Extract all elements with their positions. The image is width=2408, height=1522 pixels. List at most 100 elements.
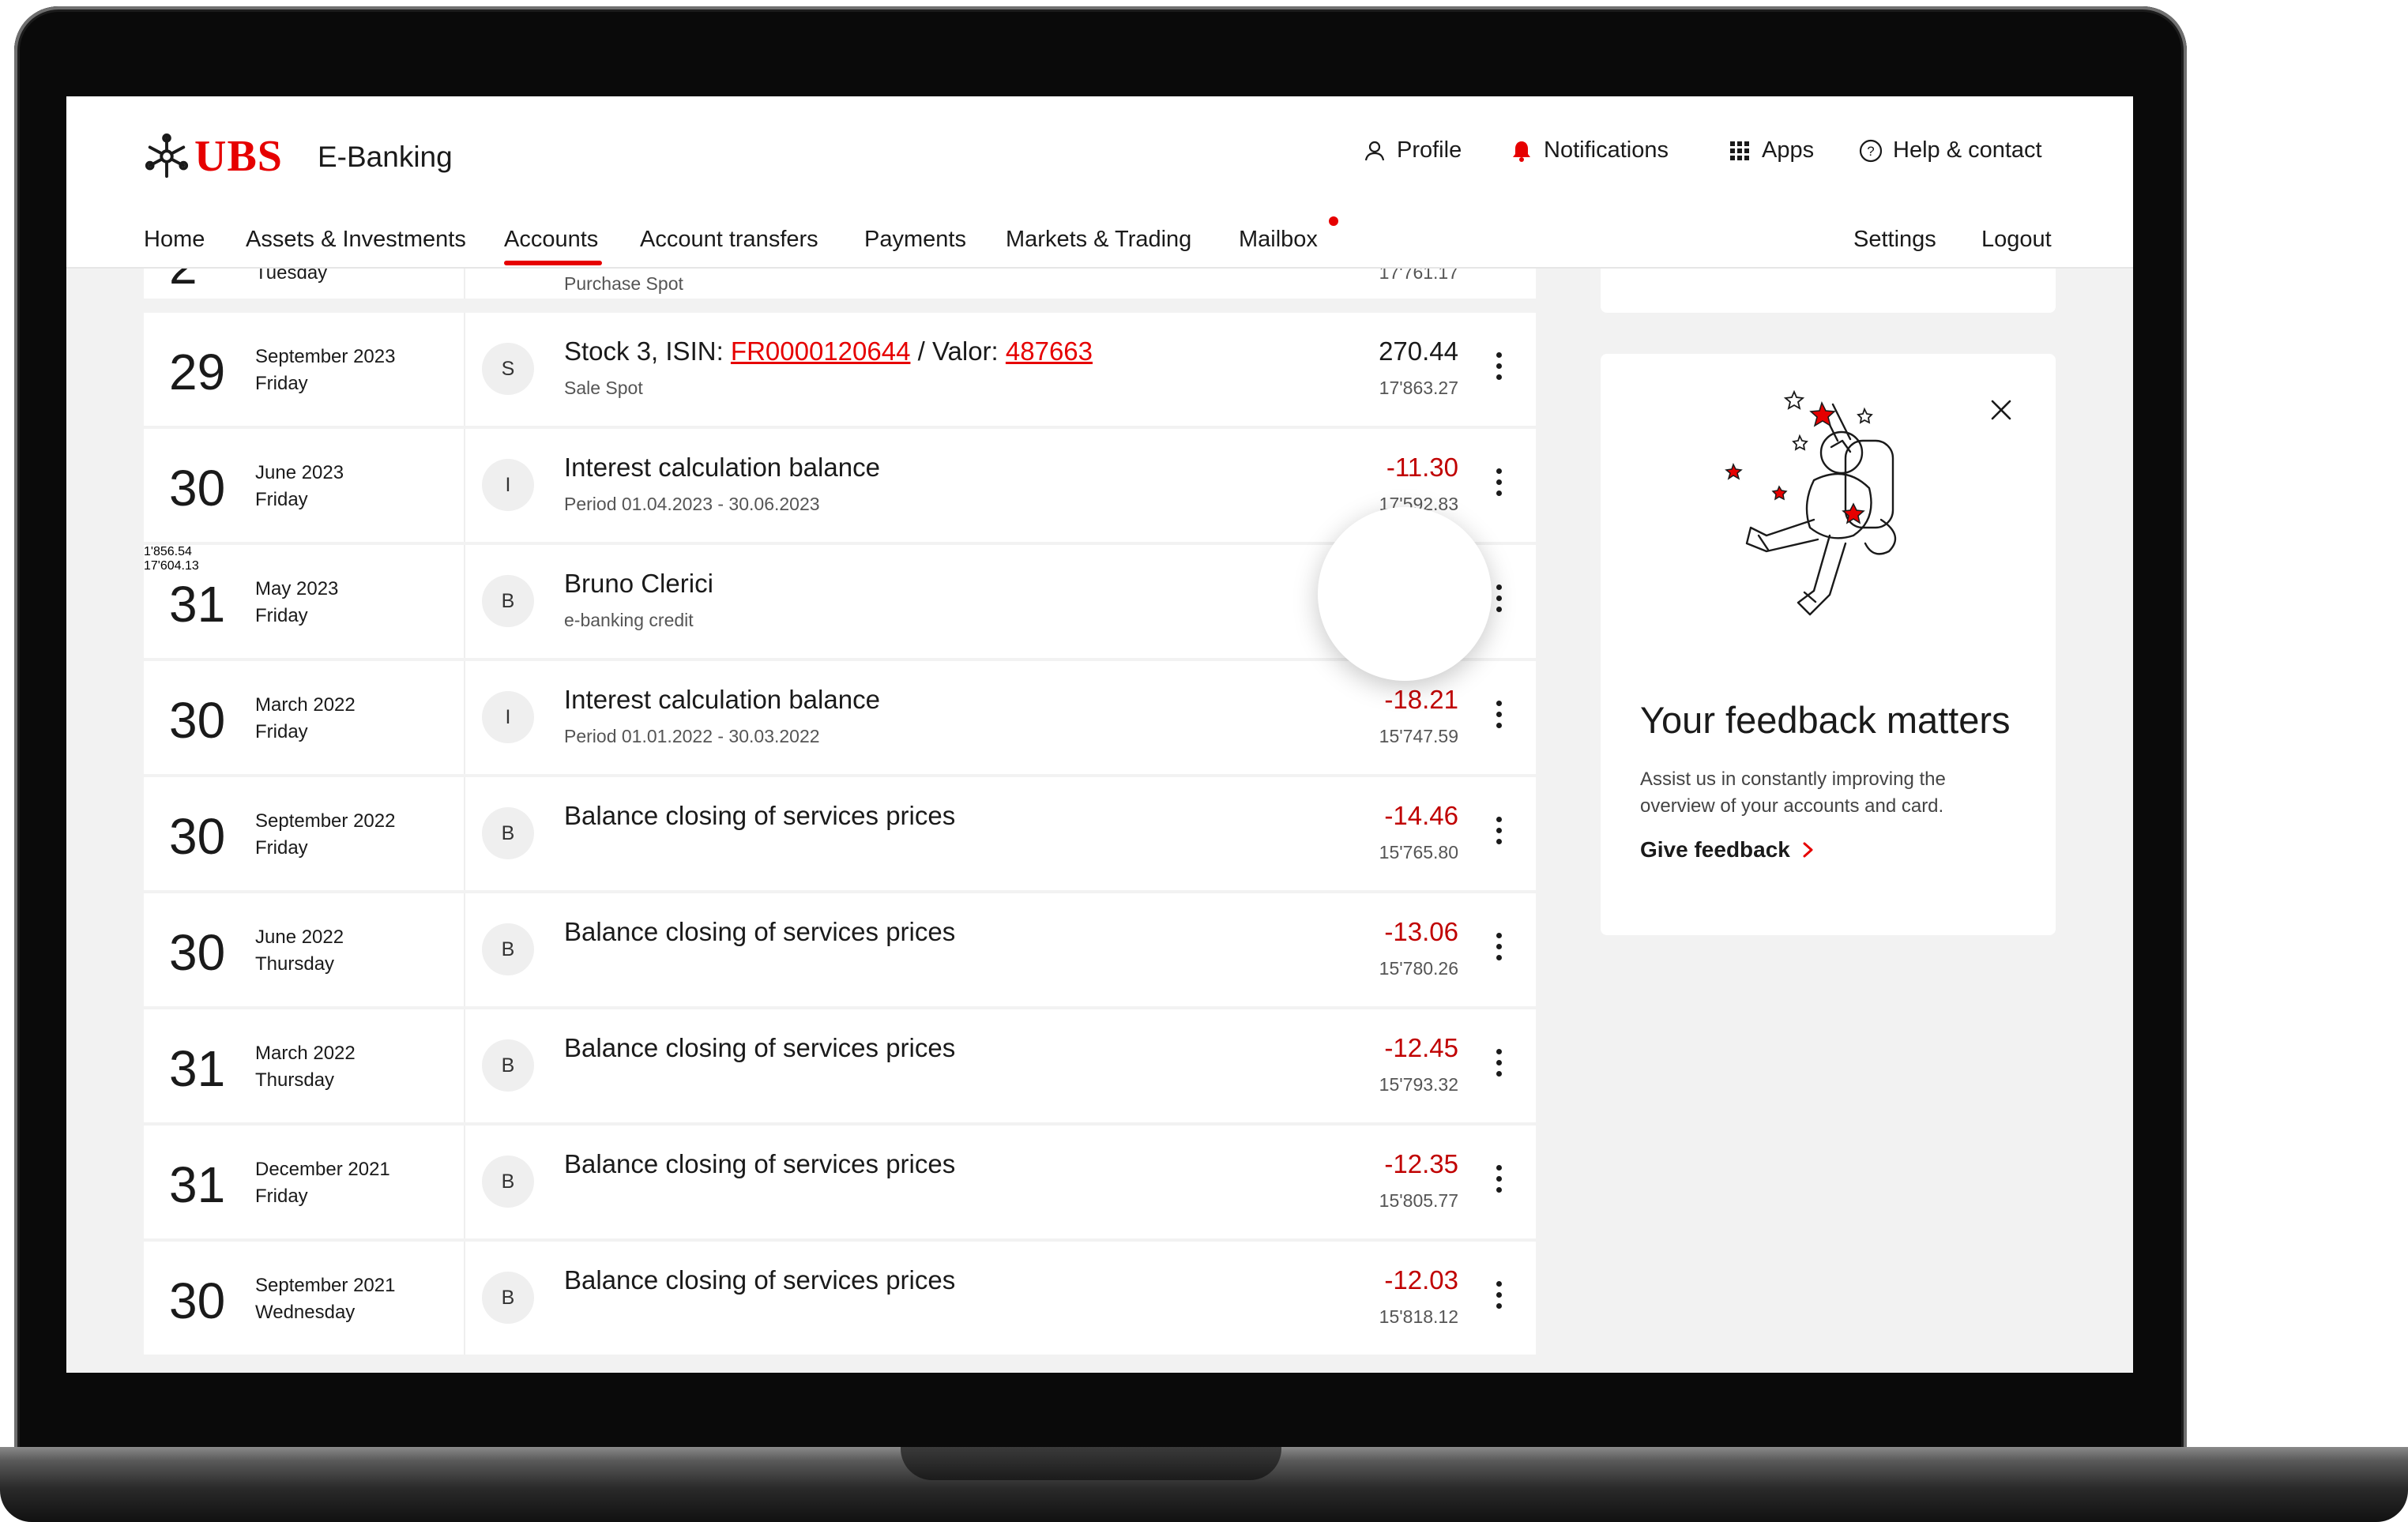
side-card-partial <box>1601 267 2056 313</box>
close-icon[interactable] <box>1989 398 2013 422</box>
row-divider <box>464 1126 465 1238</box>
transaction-row[interactable]: 29 September 2023 Friday S Stock 3, ISIN: FR… <box>144 313 1536 426</box>
question-icon: ? <box>1859 139 1883 162</box>
transaction-type-badge: B <box>482 923 534 975</box>
transaction-balance: 15'747.59 <box>1379 726 1458 746</box>
transaction-day: 30 <box>169 1272 226 1329</box>
transaction-type-badge: S <box>482 343 534 395</box>
transaction-row[interactable]: 30 March 2022 Friday I Interest calculation … <box>144 661 1536 774</box>
transaction-day: 30 <box>169 460 226 517</box>
transaction-title-mid: / Valor: <box>910 336 1006 366</box>
more-options-icon[interactable] <box>1491 1281 1507 1316</box>
app-title: E-Banking <box>318 141 453 173</box>
nav-mailbox[interactable]: Mailbox <box>1239 227 1318 253</box>
more-options-icon[interactable] <box>1491 352 1507 387</box>
help-label: Help & contact <box>1893 137 2042 163</box>
row-divider <box>464 893 465 1006</box>
nav-logout[interactable]: Logout <box>1981 227 2052 253</box>
apps-link[interactable]: Apps <box>1727 137 1814 163</box>
logo-text: UBS <box>194 132 283 181</box>
transaction-type-badge: B <box>482 1156 534 1208</box>
laptop-notch <box>901 1447 1281 1480</box>
nav-accounts[interactable]: Accounts <box>504 227 598 253</box>
nav-payments[interactable]: Payments <box>864 227 966 253</box>
nav-account-transfers[interactable]: Account transfers <box>640 227 818 253</box>
nav-settings[interactable]: Settings <box>1853 227 1936 253</box>
more-options-icon[interactable] <box>1491 933 1507 968</box>
transaction-type-badge: B <box>482 807 534 859</box>
header: UBS E-Banking Profile Notifications Apps… <box>66 96 2133 269</box>
transaction-title: Interest calculation balance <box>564 453 880 483</box>
transaction-title: Bruno Clerici <box>564 569 713 599</box>
transaction-title-text: Interest calculation balance <box>564 685 880 714</box>
transaction-row[interactable]: 30 September 2022 Friday B Balance closing o… <box>144 777 1536 890</box>
keys-icon <box>145 133 189 179</box>
transaction-title-text: Interest calculation balance <box>564 453 880 482</box>
profile-link[interactable]: Profile <box>1362 137 1462 163</box>
nav-home[interactable]: Home <box>144 227 205 253</box>
give-feedback-label: Give feedback <box>1640 837 1790 862</box>
transaction-balance: 15'793.32 <box>1379 1074 1458 1095</box>
transaction-balance: 15'818.12 <box>1379 1306 1458 1327</box>
astronaut-illustration <box>1725 389 1897 616</box>
transaction-amount: -14.46 <box>1384 801 1458 830</box>
nav-markets-trading[interactable]: Markets & Trading <box>1006 227 1191 253</box>
row-divider <box>464 1009 465 1122</box>
transaction-type-badge: I <box>482 459 534 511</box>
transaction-row[interactable]: 30 June 2022 Thursday B Balance closing of s… <box>144 893 1536 1006</box>
transaction-month: December 2021 <box>255 1159 390 1180</box>
transaction-title: Balance closing of services prices <box>564 1265 955 1295</box>
row-divider <box>464 777 465 890</box>
transaction-row-partial[interactable]: 2 Tuesday Purchase Spot 17'761.17 <box>144 267 1536 299</box>
transaction-row[interactable]: 31 March 2022 Thursday B Balance closing of … <box>144 1009 1536 1122</box>
transaction-weekday: Thursday <box>255 1069 335 1091</box>
transaction-weekday: Wednesday <box>255 1302 356 1323</box>
transaction-subtitle: Purchase Spot <box>564 273 683 294</box>
transaction-row[interactable]: 30 June 2023 Friday I Interest calculation b… <box>144 429 1536 542</box>
transaction-subtitle: e-banking credit <box>564 610 694 630</box>
transaction-title-text: Balance closing of services prices <box>564 917 956 946</box>
ubs-logo[interactable]: UBS <box>144 131 283 182</box>
help-link[interactable]: ? Help & contact <box>1858 137 2042 163</box>
transaction-month: September 2021 <box>255 1275 396 1296</box>
transaction-balance: 15'805.77 <box>1379 1190 1458 1211</box>
feedback-card: Your feedback matters Assist us in const… <box>1601 354 2056 935</box>
transaction-amount: -12.45 <box>1384 1033 1458 1062</box>
transaction-amount: -18.21 <box>1384 685 1458 714</box>
more-options-icon[interactable] <box>1491 584 1507 619</box>
transaction-title: Stock 3, ISIN: FR0000120644 / Valor: 487… <box>564 336 1093 366</box>
more-options-icon[interactable] <box>1491 1165 1507 1200</box>
transaction-weekday: Friday <box>255 837 308 859</box>
active-tab-indicator <box>504 261 602 265</box>
give-feedback-link[interactable]: Give feedback <box>1640 837 1814 862</box>
transaction-day: 31 <box>169 576 226 633</box>
valor-link[interactable]: 487663 <box>1006 336 1093 366</box>
more-options-icon[interactable] <box>1491 1049 1507 1084</box>
more-options-icon[interactable] <box>1491 817 1507 851</box>
transaction-row[interactable]: 30 September 2021 Wednesday B Balance closin… <box>144 1242 1536 1355</box>
mailbox-unread-dot <box>1329 216 1338 226</box>
transaction-title: Balance closing of services prices <box>564 917 955 947</box>
transaction-type-badge: B <box>482 1272 534 1324</box>
transaction-day: 31 <box>169 1156 226 1213</box>
transaction-type-badge: I <box>482 691 534 743</box>
transaction-month: September 2022 <box>255 810 396 832</box>
transaction-balance: 17'863.27 <box>1379 378 1458 398</box>
transaction-title-text: Balance closing of services prices <box>564 801 956 830</box>
feedback-text: Assist us in constantly improving the ov… <box>1640 769 1946 817</box>
transaction-subtitle: Period 01.01.2022 - 30.03.2022 <box>564 726 820 746</box>
transaction-amount: -13.06 <box>1384 917 1458 946</box>
notifications-link[interactable]: Notifications <box>1509 137 1669 163</box>
nav-assets[interactable]: Assets & Investments <box>246 227 466 253</box>
more-options-icon[interactable] <box>1491 468 1507 503</box>
isin-link[interactable]: FR0000120644 <box>731 336 911 366</box>
bell-icon <box>1513 141 1530 162</box>
transaction-month: June 2023 <box>255 462 344 483</box>
transaction-weekday: Friday <box>255 721 308 742</box>
transaction-weekday: Friday <box>255 489 308 510</box>
svg-text:?: ? <box>1867 144 1874 159</box>
more-options-icon[interactable] <box>1491 701 1507 735</box>
transaction-row[interactable]: 31 December 2021 Friday B Balance closing of… <box>144 1126 1536 1238</box>
transaction-title-text: Balance closing of services prices <box>564 1265 956 1295</box>
transaction-type-badge: B <box>482 1039 534 1092</box>
